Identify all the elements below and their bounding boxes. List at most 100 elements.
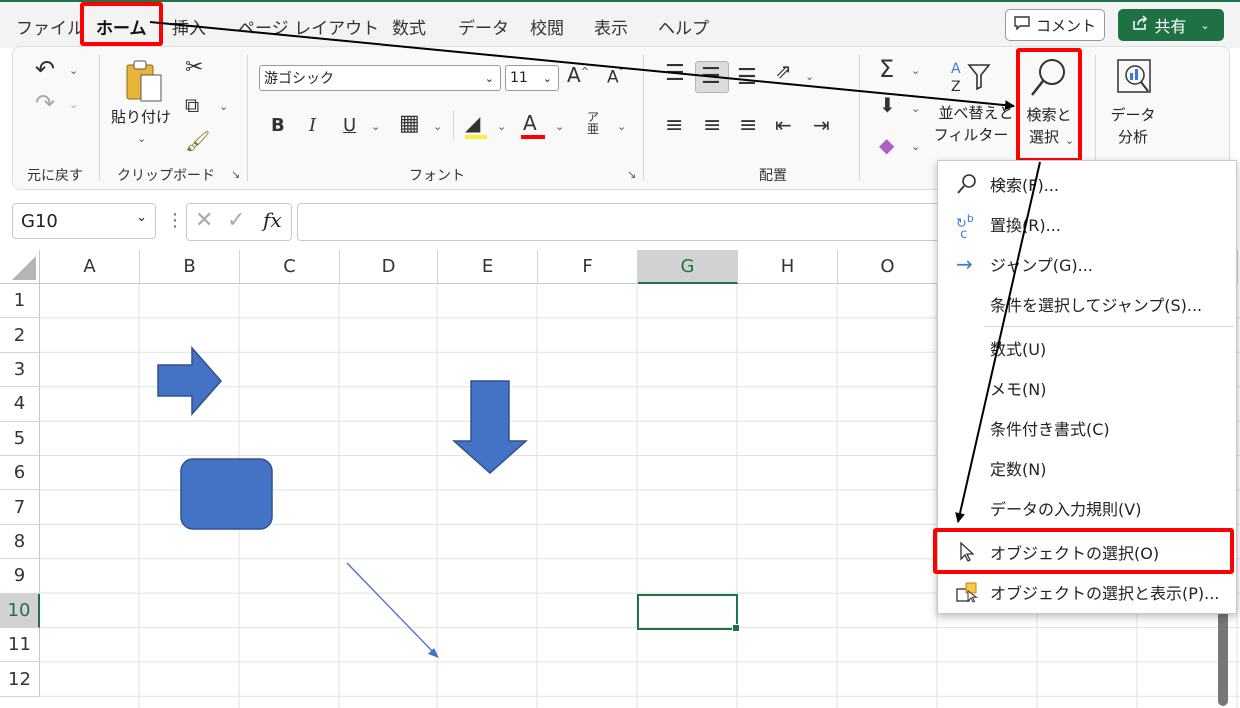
chevron-down-icon[interactable]: ⌄	[433, 121, 442, 132]
sort-filter-button[interactable]: AZ 並べ替えと フィルター	[931, 55, 1015, 155]
column-header-d[interactable]: D	[340, 250, 438, 284]
sort-filter-icon: AZ	[949, 59, 991, 97]
fill-color-icon[interactable]: ◢	[465, 113, 480, 133]
column-header-g[interactable]: G	[638, 250, 738, 284]
cancel-icon: ✕	[195, 208, 214, 233]
borders-icon[interactable]: ▦	[399, 113, 420, 135]
dialog-launcher-icon[interactable]: ↘	[231, 169, 240, 180]
chevron-down-icon[interactable]: ⌄	[497, 121, 506, 132]
row-header-2[interactable]: 2	[0, 318, 40, 353]
row-header-9[interactable]: 9	[0, 559, 40, 594]
font-name-select[interactable]: 游ゴシック ⌄	[259, 65, 501, 91]
tab-insert[interactable]: 挿入	[172, 14, 206, 39]
menu-item-formulas[interactable]: 数式(U)	[938, 329, 1236, 367]
tab-review[interactable]: 校閲	[530, 14, 564, 39]
align-right-icon[interactable]: ≡	[739, 115, 757, 137]
paste-button[interactable]: 貼り付け ⌄	[111, 55, 171, 155]
row-header-8[interactable]: 8	[0, 524, 40, 560]
column-header-f[interactable]: F	[538, 250, 638, 284]
increase-indent-icon[interactable]: ⇥	[813, 115, 830, 135]
column-header-c[interactable]: C	[240, 250, 340, 284]
right-arrow-shape[interactable]	[155, 345, 225, 417]
row-header-4[interactable]: 4	[0, 387, 40, 422]
tab-file[interactable]: ファイル	[16, 14, 84, 39]
replace-icon: ↻b c	[956, 212, 974, 243]
cut-icon[interactable]: ✂	[185, 57, 203, 79]
clear-icon[interactable]: ◆	[879, 135, 894, 155]
row-header-3[interactable]: 3	[0, 352, 40, 388]
decrease-indent-icon[interactable]: ⇤	[775, 115, 792, 135]
tab-help[interactable]: ヘルプ	[658, 14, 709, 39]
chevron-down-icon[interactable]: ⌄	[911, 141, 920, 152]
font-color-button[interactable]: A	[523, 113, 537, 133]
increase-font-size-icon[interactable]: A^	[567, 65, 589, 85]
row-header-7[interactable]: 7	[0, 490, 40, 525]
autosum-icon[interactable]: Σ	[879, 57, 894, 81]
align-left-icon[interactable]: ≡	[665, 115, 683, 137]
tab-data[interactable]: データ	[458, 14, 509, 39]
menu-item-replace[interactable]: ↻b c 置換(R)...	[938, 205, 1236, 243]
row-header-10[interactable]: 10	[0, 593, 40, 628]
row-header-1[interactable]: 1	[0, 284, 40, 319]
rounded-rectangle-shape[interactable]	[179, 457, 275, 531]
column-header-h[interactable]: H	[738, 250, 838, 284]
row-header-6[interactable]: 6	[0, 456, 40, 491]
bold-button[interactable]: B	[271, 117, 285, 135]
chevron-down-icon: ⌄	[484, 71, 494, 85]
insert-function-button[interactable]: fx	[263, 208, 282, 232]
fill-handle[interactable]	[732, 624, 740, 632]
select-all-button[interactable]	[0, 250, 40, 284]
menu-item-conditional-formatting[interactable]: 条件付き書式(C)	[938, 409, 1236, 447]
column-header-e[interactable]: E	[438, 250, 538, 284]
tab-page-layout[interactable]: ページ レイアウト	[238, 14, 379, 39]
column-header-a[interactable]: A	[40, 250, 140, 284]
column-header-b[interactable]: B	[140, 250, 240, 284]
tab-view[interactable]: 表示	[594, 14, 628, 39]
format-painter-icon[interactable]: 🖌	[185, 131, 210, 151]
chevron-down-icon[interactable]: ⌄	[911, 65, 920, 76]
menu-item-notes[interactable]: メモ(N)	[938, 369, 1236, 407]
row-header-11[interactable]: 11	[0, 628, 40, 663]
row-header-5[interactable]: 5	[0, 421, 40, 456]
chevron-down-icon[interactable]: ⌄	[617, 121, 626, 132]
menu-item-data-validation[interactable]: データの入力規則(V)	[938, 489, 1236, 527]
chevron-down-icon: ⌄	[542, 71, 552, 85]
align-bottom-icon[interactable]: ☰	[737, 67, 757, 89]
font-size-select[interactable]: 11 ⌄	[505, 65, 559, 91]
menu-item-goto-special[interactable]: 条件を選択してジャンプ(S)...	[938, 285, 1236, 323]
row-header-12[interactable]: 12	[0, 662, 40, 697]
italic-button[interactable]: I	[309, 117, 316, 135]
decrease-font-size-icon[interactable]: Aˇ	[607, 69, 624, 87]
chevron-down-icon[interactable]: ⌄	[805, 71, 814, 82]
copy-icon[interactable]: ⧉	[185, 95, 199, 115]
phonetic-guide-icon[interactable]: ア亜	[587, 111, 599, 135]
menu-item-constants[interactable]: 定数(N)	[938, 449, 1236, 487]
dialog-launcher-icon[interactable]: ↘	[627, 169, 636, 180]
share-button[interactable]: 共有 ⌄	[1118, 9, 1224, 41]
column-header-o[interactable]: O	[838, 250, 938, 284]
chevron-down-icon[interactable]: ⌄	[69, 65, 78, 76]
align-top-icon[interactable]: ☰	[665, 63, 685, 85]
menu-item-selection-pane[interactable]: オブジェクトの選択と表示(P)...	[938, 573, 1236, 611]
chevron-down-icon[interactable]: ⌄	[555, 121, 564, 132]
more-options-icon[interactable]: ⋮	[166, 210, 184, 231]
align-center-icon[interactable]: ≡	[703, 115, 721, 137]
menu-item-find[interactable]: 検索(F)...	[938, 165, 1236, 203]
fill-icon[interactable]: ⬇	[879, 95, 896, 115]
comment-button[interactable]: コメント	[1005, 9, 1105, 41]
thin-arrow-line-shape[interactable]	[340, 556, 446, 662]
chevron-down-icon[interactable]: ⌄	[911, 103, 920, 114]
selected-cell[interactable]	[637, 594, 740, 632]
tab-formulas[interactable]: 数式	[392, 14, 426, 39]
underline-button[interactable]: U	[343, 117, 356, 135]
menu-item-goto[interactable]: → ジャンプ(G)...	[938, 245, 1236, 283]
chevron-down-icon[interactable]: ⌄	[219, 101, 228, 112]
data-analysis-button[interactable]: データ 分析	[1103, 53, 1163, 161]
name-box[interactable]: G10 ⌄	[12, 203, 156, 239]
down-arrow-shape[interactable]	[452, 378, 528, 476]
chevron-down-icon[interactable]: ⌄	[371, 121, 380, 132]
orientation-icon[interactable]: ⇗	[775, 61, 792, 81]
vertical-scrollbar-thumb[interactable]	[1218, 610, 1228, 706]
align-middle-button[interactable]: ☰	[695, 61, 729, 93]
undo-icon[interactable]: ↶	[35, 57, 55, 81]
